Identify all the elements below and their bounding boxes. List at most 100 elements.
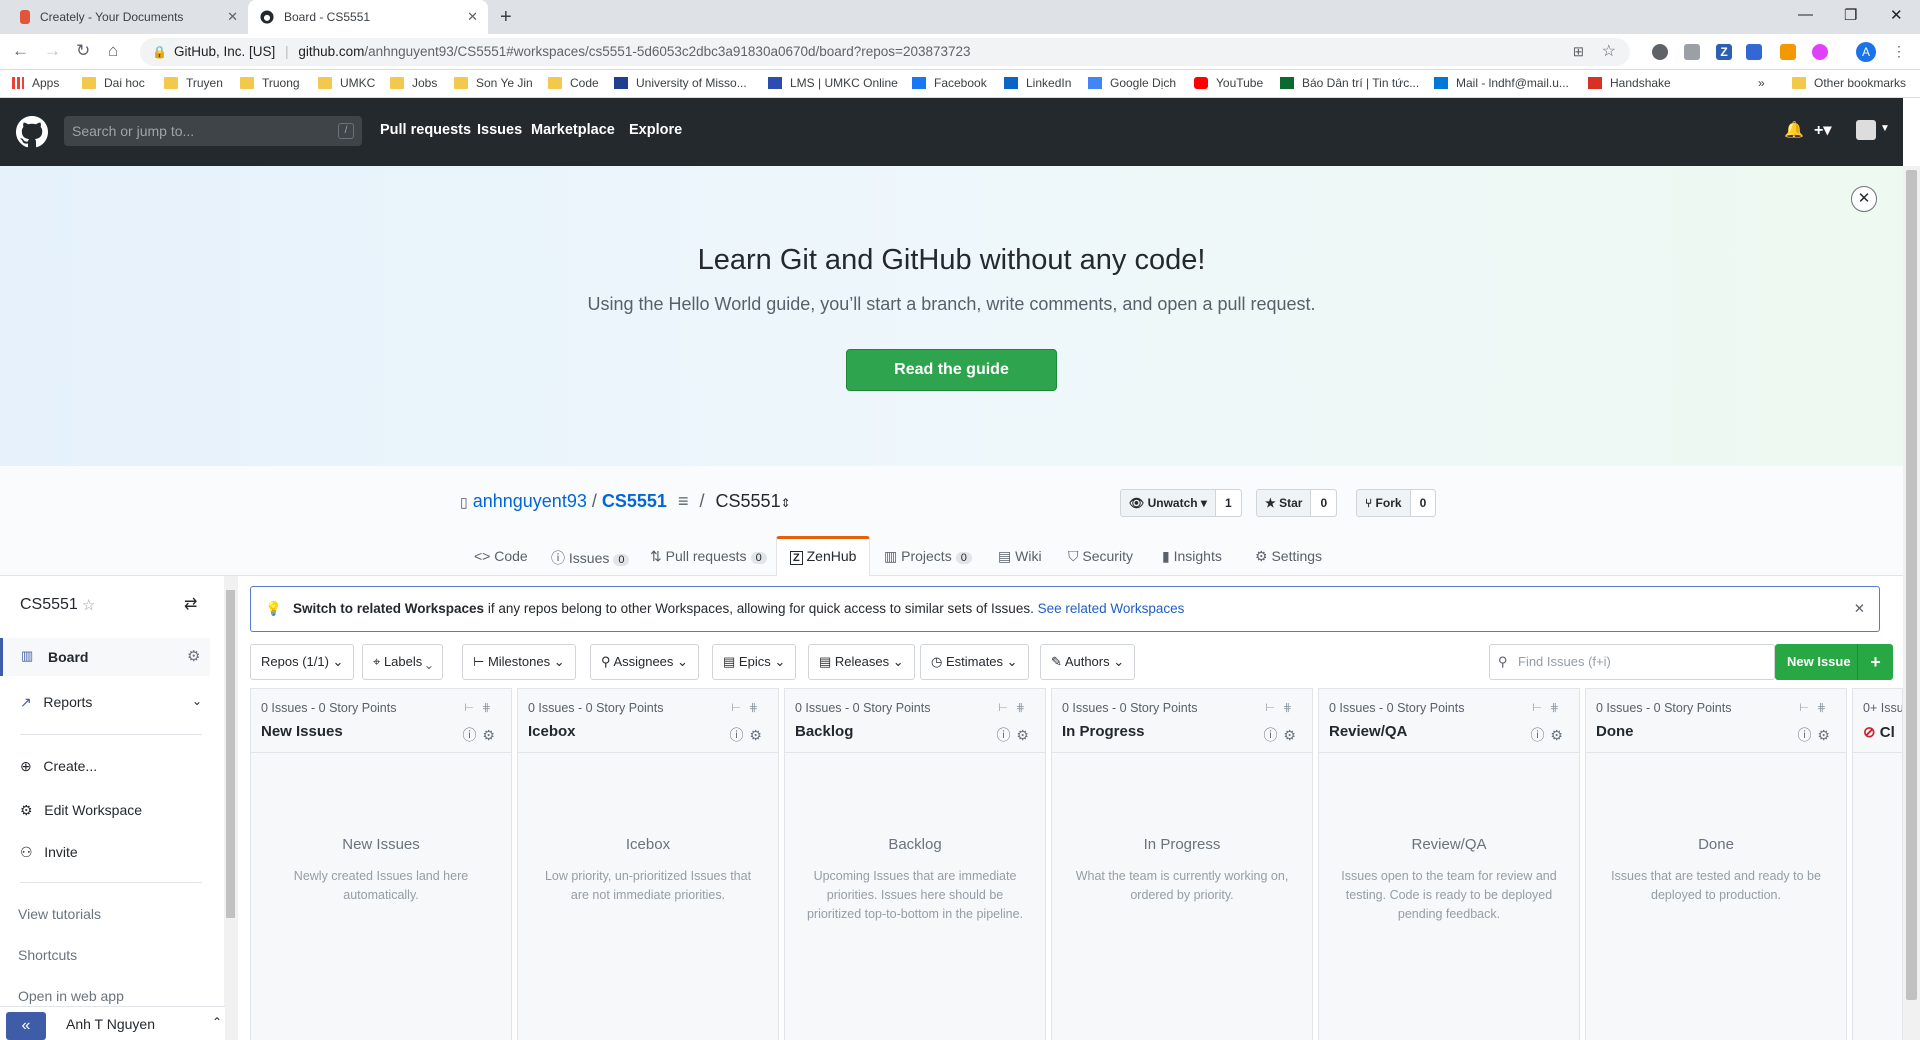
- bookmark-folder[interactable]: Son Ye Jin: [454, 76, 533, 90]
- bookmark-folder[interactable]: Code: [548, 76, 599, 90]
- tab-issues[interactable]: ⓘ Issues 0: [551, 548, 630, 568]
- tab-code[interactable]: <> Code: [474, 548, 528, 564]
- repo-owner-link[interactable]: anhnguyent93: [473, 491, 587, 511]
- user-avatar[interactable]: [1856, 120, 1876, 140]
- repo-name-link[interactable]: CS5551: [602, 491, 667, 511]
- bookmark-link[interactable]: LMS | UMKC Online: [768, 76, 898, 90]
- star-button[interactable]: ★ Star 0: [1256, 489, 1338, 517]
- extension-icon[interactable]: [1780, 44, 1796, 60]
- fork-button[interactable]: ⑂ Fork 0: [1356, 489, 1437, 517]
- watch-count[interactable]: 1: [1215, 490, 1241, 516]
- tab-zenhub[interactable]: Z ZenHub: [790, 548, 856, 565]
- notifications-bell-icon[interactable]: 🔔: [1784, 120, 1804, 140]
- minimize-icon[interactable]: —: [1798, 6, 1813, 23]
- pipeline-info-settings-icons[interactable]: ⓘ⚙: [729, 725, 768, 745]
- star-count[interactable]: 0: [1311, 490, 1337, 516]
- bookmark-link[interactable]: Handshake: [1588, 76, 1671, 90]
- pipeline-collapse-icons[interactable]: ⊢⋕: [998, 701, 1033, 714]
- sidebar-item-reports[interactable]: ↗ Reports: [20, 694, 92, 711]
- bookmark-folder[interactable]: Truyen: [164, 76, 223, 90]
- new-tab-button[interactable]: +: [500, 6, 512, 29]
- pipeline-info-settings-icons[interactable]: ⓘ⚙: [1530, 725, 1569, 745]
- tab-close-icon[interactable]: ✕: [467, 9, 478, 25]
- github-search-input[interactable]: Search or jump to... /: [64, 116, 362, 146]
- bookmark-link[interactable]: LinkedIn: [1004, 76, 1071, 90]
- pipeline-collapse-icons[interactable]: ⊢⋕: [731, 701, 766, 714]
- pipeline-collapse-icons[interactable]: ⊢⋕: [464, 701, 499, 714]
- window-close-icon[interactable]: ✕: [1890, 6, 1903, 24]
- sidebar-item-create[interactable]: ⊕ Create...: [20, 758, 97, 775]
- pipeline-collapse-icons[interactable]: ⊢⋕: [1265, 701, 1300, 714]
- pipeline-info-settings-icons[interactable]: ⓘ⚙: [996, 725, 1035, 745]
- view-tutorials-link[interactable]: View tutorials: [18, 906, 101, 922]
- pipeline-info-settings-icons[interactable]: ⓘ⚙: [462, 725, 501, 745]
- caret-updown-icon[interactable]: ⇕: [781, 496, 791, 510]
- read-the-guide-button[interactable]: Read the guide: [846, 349, 1057, 391]
- forward-arrow-icon[interactable]: →: [44, 42, 61, 60]
- gear-icon[interactable]: ⚙: [187, 647, 200, 665]
- plus-icon[interactable]: +: [1857, 644, 1893, 680]
- tab-security[interactable]: ⛉ Security: [1068, 548, 1133, 565]
- unwatch-button[interactable]: 👁 Unwatch ▾ 1: [1120, 489, 1242, 517]
- other-bookmarks[interactable]: Other bookmarks: [1792, 76, 1906, 90]
- sidebar-scrollbar-thumb[interactable]: [226, 590, 235, 918]
- filter-repos[interactable]: Repos (1/1) ⌄: [250, 644, 355, 680]
- extension-icon[interactable]: [1812, 44, 1828, 60]
- banner-close-button[interactable]: ✕: [1851, 186, 1877, 212]
- home-icon[interactable]: ⌂: [108, 42, 118, 60]
- address-bar[interactable]: 🔒 GitHub, Inc. [US] | github.com/anhnguy…: [140, 38, 1630, 66]
- maximize-icon[interactable]: ❐: [1844, 6, 1857, 24]
- filter-assignees[interactable]: ⚲ Assignees ⌄: [590, 644, 699, 680]
- nav-pull-requests[interactable]: Pull requests: [380, 122, 471, 138]
- back-arrow-icon[interactable]: ←: [12, 42, 29, 60]
- sidebar-item-board[interactable]: ▥ Board ⚙: [0, 638, 210, 676]
- bookmarks-overflow-button[interactable]: »: [1758, 76, 1765, 90]
- filter-estimates[interactable]: ◷ Estimates ⌄: [920, 644, 1029, 680]
- browser-tab-board[interactable]: Board - CS5551 ✕: [248, 0, 488, 34]
- chevron-up-icon[interactable]: ⌃: [212, 1015, 222, 1029]
- bookmark-folder[interactable]: Jobs: [390, 76, 437, 90]
- new-issue-button[interactable]: New Issue +: [1775, 644, 1893, 680]
- translate-icon[interactable]: ⊞: [1573, 38, 1584, 66]
- bookmark-link[interactable]: Báo Dân trí | Tin tức...: [1280, 76, 1419, 90]
- bookmark-folder[interactable]: Truong: [240, 76, 300, 90]
- bookmark-link[interactable]: Mail - lndhf@mail.u...: [1434, 76, 1569, 90]
- page-scrollbar-thumb[interactable]: [1906, 170, 1917, 1000]
- filter-authors[interactable]: ✎ Authors ⌄: [1040, 644, 1136, 680]
- filter-milestones[interactable]: ⊢ Milestones ⌄: [462, 644, 576, 680]
- extension-icon[interactable]: [1684, 44, 1700, 60]
- sidebar-item-invite[interactable]: ⚇ Invite: [20, 844, 78, 861]
- filter-epics[interactable]: ▤ Epics ⌄: [712, 644, 797, 680]
- chrome-menu-icon[interactable]: ⋮: [1892, 42, 1906, 60]
- favorite-star-icon[interactable]: ☆: [82, 596, 95, 614]
- bookmark-folder[interactable]: UMKC: [318, 76, 375, 90]
- find-issues-input[interactable]: ⚲ Find Issues (f+i): [1489, 644, 1775, 680]
- nav-explore[interactable]: Explore: [629, 122, 682, 138]
- tab-settings[interactable]: ⚙ Settings: [1255, 548, 1322, 565]
- fork-count[interactable]: 0: [1410, 490, 1436, 516]
- switch-workspace-icon[interactable]: ⇄: [184, 594, 197, 614]
- github-logo-icon[interactable]: [16, 116, 48, 151]
- browser-tab-creately[interactable]: Creately - Your Documents ✕: [8, 0, 248, 34]
- bookmark-link[interactable]: Facebook: [912, 76, 987, 90]
- profile-avatar[interactable]: A: [1856, 42, 1876, 62]
- zotero-icon[interactable]: Z: [1716, 44, 1732, 60]
- pipeline-collapse-icons[interactable]: ⊢⋕: [1532, 701, 1567, 714]
- nav-issues[interactable]: Issues: [477, 122, 522, 138]
- see-related-workspaces-link[interactable]: See related Workspaces: [1038, 601, 1185, 616]
- bookmark-folder[interactable]: Dai hoc: [82, 76, 145, 90]
- tab-close-icon[interactable]: ✕: [227, 9, 238, 25]
- tab-wiki[interactable]: ▤ Wiki: [998, 548, 1042, 565]
- tab-projects[interactable]: ▥ Projects 0: [884, 548, 972, 565]
- chevron-down-icon[interactable]: ▼: [1880, 123, 1890, 134]
- bookmark-link[interactable]: YouTube: [1194, 76, 1263, 90]
- extension-icon[interactable]: [1652, 44, 1668, 60]
- chevron-down-icon[interactable]: ⌄: [192, 694, 202, 708]
- pipeline-collapse-icons[interactable]: ⊢⋕: [1799, 701, 1834, 714]
- open-in-web-app-link[interactable]: Open in web app: [18, 988, 124, 1004]
- nav-marketplace[interactable]: Marketplace: [531, 122, 615, 138]
- extension-icon[interactable]: [1746, 44, 1762, 60]
- pipeline-info-settings-icons[interactable]: ⓘ⚙: [1797, 725, 1836, 745]
- sidebar-item-edit-workspace[interactable]: ⚙ Edit Workspace: [20, 802, 142, 819]
- collapse-sidebar-button[interactable]: «: [6, 1012, 46, 1040]
